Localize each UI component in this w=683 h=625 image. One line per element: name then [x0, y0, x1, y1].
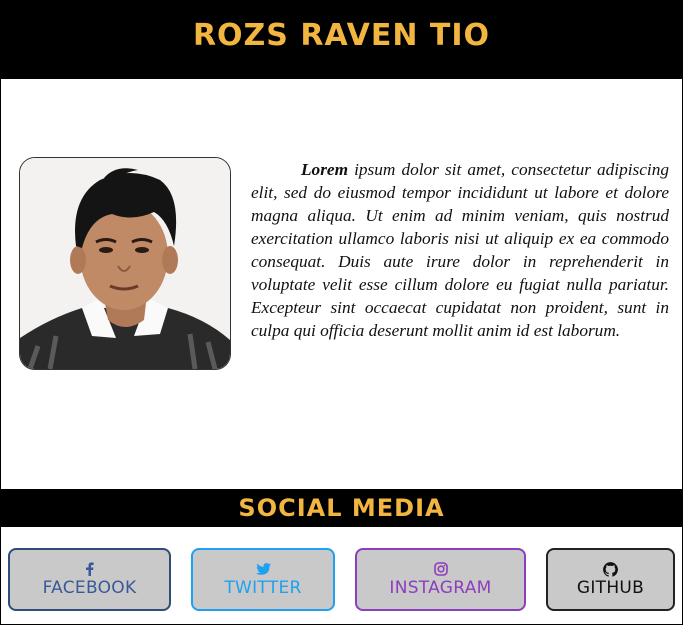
social-media-bar: SOCIAL MEDIA: [0, 489, 683, 527]
bio-text: ipsum dolor sit amet, consectetur adipis…: [251, 160, 669, 340]
facebook-button[interactable]: FACEBOOK: [8, 548, 171, 611]
twitter-icon: [255, 561, 271, 577]
profile-photo: [19, 157, 231, 370]
header-bar: ROZS RAVEN TIO: [0, 0, 683, 79]
bio-paragraph: Lorem ipsum dolor sit amet, consectetur …: [251, 158, 669, 342]
github-icon: [603, 561, 618, 577]
facebook-icon: [85, 561, 94, 577]
twitter-button[interactable]: TWITTER: [191, 548, 335, 611]
instagram-button[interactable]: INSTAGRAM: [355, 548, 526, 611]
profile-portrait-image: [20, 158, 230, 369]
social-media-heading: SOCIAL MEDIA: [238, 494, 445, 522]
facebook-button-label: FACEBOOK: [42, 578, 137, 598]
page-title: ROZS RAVEN TIO: [192, 18, 491, 53]
twitter-button-label: TWITTER: [224, 578, 302, 598]
instagram-icon: [433, 561, 448, 577]
github-button[interactable]: GITHUB: [546, 548, 675, 611]
github-button-label: GITHUB: [576, 578, 645, 598]
bio-lead-word: Lorem: [301, 160, 349, 179]
instagram-button-label: INSTAGRAM: [389, 578, 492, 598]
